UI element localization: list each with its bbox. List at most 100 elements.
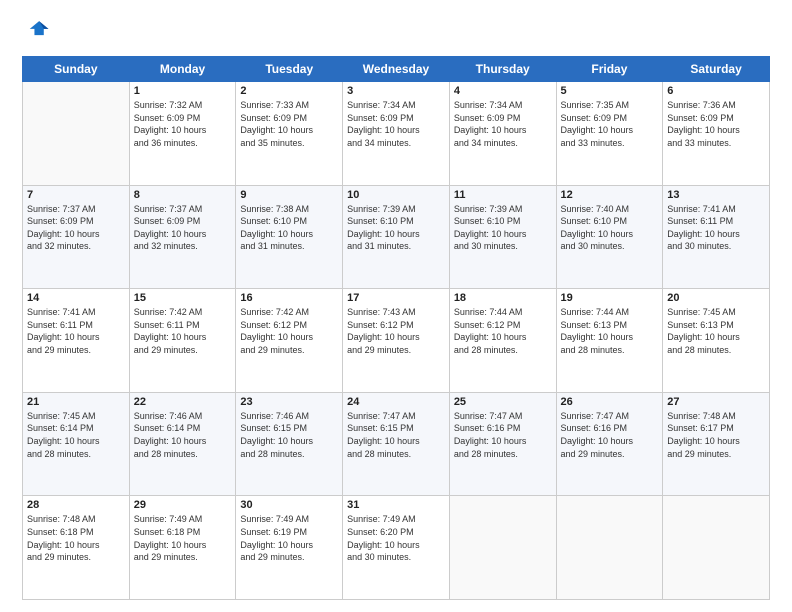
calendar-cell: 16 Sunrise: 7:42 AM Sunset: 6:12 PM Dayli… <box>236 289 343 393</box>
calendar-cell: 19 Sunrise: 7:44 AM Sunset: 6:13 PM Dayli… <box>556 289 663 393</box>
day-number: 2 <box>240 85 338 97</box>
day-number: 23 <box>240 396 338 408</box>
day-number: 5 <box>561 85 659 97</box>
logo <box>22 18 54 46</box>
calendar-week-row: 7 Sunrise: 7:37 AM Sunset: 6:09 PM Daylig… <box>23 185 770 289</box>
header <box>22 18 770 46</box>
calendar-cell: 7 Sunrise: 7:37 AM Sunset: 6:09 PM Daylig… <box>23 185 130 289</box>
calendar-cell: 12 Sunrise: 7:40 AM Sunset: 6:10 PM Dayli… <box>556 185 663 289</box>
day-number: 31 <box>347 499 445 511</box>
calendar-cell: 27 Sunrise: 7:48 AM Sunset: 6:17 PM Dayli… <box>663 392 770 496</box>
day-info: Sunrise: 7:48 AM Sunset: 6:17 PM Dayligh… <box>667 410 765 460</box>
calendar-cell: 20Sunrise: 7:45 AM Sunset: 6:13 PM Dayli… <box>663 289 770 393</box>
day-number: 28 <box>27 499 125 511</box>
calendar-table: SundayMondayTuesdayWednesdayThursdayFrid… <box>22 56 770 600</box>
calendar-cell: 24 Sunrise: 7:47 AM Sunset: 6:15 PM Dayli… <box>343 392 450 496</box>
day-info: Sunrise: 7:42 AM Sunset: 6:11 PM Dayligh… <box>134 306 232 356</box>
calendar-week-row: 21 Sunrise: 7:45 AM Sunset: 6:14 PM Dayli… <box>23 392 770 496</box>
day-info: Sunrise: 7:36 AM Sunset: 6:09 PM Dayligh… <box>667 99 765 149</box>
calendar-day-header: Monday <box>129 57 236 82</box>
day-number: 9 <box>240 189 338 201</box>
day-number: 7 <box>27 189 125 201</box>
calendar-cell: 31 Sunrise: 7:49 AM Sunset: 6:20 PM Dayli… <box>343 496 450 600</box>
calendar-cell: 28 Sunrise: 7:48 AM Sunset: 6:18 PM Dayli… <box>23 496 130 600</box>
calendar-cell: 2 Sunrise: 7:33 AM Sunset: 6:09 PM Daylig… <box>236 82 343 186</box>
calendar-cell: 11Sunrise: 7:39 AM Sunset: 6:10 PM Dayli… <box>449 185 556 289</box>
day-number: 10 <box>347 189 445 201</box>
day-number: 13 <box>667 189 765 201</box>
calendar-cell: 22 Sunrise: 7:46 AM Sunset: 6:14 PM Dayli… <box>129 392 236 496</box>
calendar-cell: 17 Sunrise: 7:43 AM Sunset: 6:12 PM Dayli… <box>343 289 450 393</box>
day-number: 19 <box>561 292 659 304</box>
calendar-cell: 1 Sunrise: 7:32 AM Sunset: 6:09 PM Daylig… <box>129 82 236 186</box>
calendar-cell <box>556 496 663 600</box>
day-info: Sunrise: 7:37 AM Sunset: 6:09 PM Dayligh… <box>134 203 232 253</box>
day-number: 17 <box>347 292 445 304</box>
day-info: Sunrise: 7:40 AM Sunset: 6:10 PM Dayligh… <box>561 203 659 253</box>
calendar-day-header: Thursday <box>449 57 556 82</box>
calendar-day-header: Saturday <box>663 57 770 82</box>
day-number: 14 <box>27 292 125 304</box>
calendar-cell <box>449 496 556 600</box>
calendar-day-header: Sunday <box>23 57 130 82</box>
day-info: Sunrise: 7:39 AM Sunset: 6:10 PM Dayligh… <box>347 203 445 253</box>
day-info: Sunrise: 7:37 AM Sunset: 6:09 PM Dayligh… <box>27 203 125 253</box>
day-info: Sunrise: 7:46 AM Sunset: 6:14 PM Dayligh… <box>134 410 232 460</box>
day-number: 27 <box>667 396 765 408</box>
calendar-cell: 4 Sunrise: 7:34 AM Sunset: 6:09 PM Daylig… <box>449 82 556 186</box>
calendar-cell <box>23 82 130 186</box>
day-info: Sunrise: 7:48 AM Sunset: 6:18 PM Dayligh… <box>27 513 125 563</box>
calendar-cell: 9Sunrise: 7:38 AM Sunset: 6:10 PM Daylig… <box>236 185 343 289</box>
day-info: Sunrise: 7:39 AM Sunset: 6:10 PM Dayligh… <box>454 203 552 253</box>
day-number: 24 <box>347 396 445 408</box>
day-number: 8 <box>134 189 232 201</box>
day-number: 3 <box>347 85 445 97</box>
day-info: Sunrise: 7:47 AM Sunset: 6:16 PM Dayligh… <box>454 410 552 460</box>
day-number: 6 <box>667 85 765 97</box>
day-number: 21 <box>27 396 125 408</box>
day-info: Sunrise: 7:41 AM Sunset: 6:11 PM Dayligh… <box>667 203 765 253</box>
calendar-cell: 13 Sunrise: 7:41 AM Sunset: 6:11 PM Dayli… <box>663 185 770 289</box>
calendar-cell: 18Sunrise: 7:44 AM Sunset: 6:12 PM Dayli… <box>449 289 556 393</box>
day-info: Sunrise: 7:47 AM Sunset: 6:15 PM Dayligh… <box>347 410 445 460</box>
day-info: Sunrise: 7:45 AM Sunset: 6:14 PM Dayligh… <box>27 410 125 460</box>
day-number: 15 <box>134 292 232 304</box>
logo-icon <box>22 18 50 46</box>
day-info: Sunrise: 7:44 AM Sunset: 6:13 PM Dayligh… <box>561 306 659 356</box>
day-info: Sunrise: 7:43 AM Sunset: 6:12 PM Dayligh… <box>347 306 445 356</box>
calendar-cell: 8 Sunrise: 7:37 AM Sunset: 6:09 PM Daylig… <box>129 185 236 289</box>
calendar-cell: 30 Sunrise: 7:49 AM Sunset: 6:19 PM Dayli… <box>236 496 343 600</box>
calendar-cell: 25 Sunrise: 7:47 AM Sunset: 6:16 PM Dayli… <box>449 392 556 496</box>
day-number: 30 <box>240 499 338 511</box>
day-number: 25 <box>454 396 552 408</box>
calendar-cell <box>663 496 770 600</box>
day-info: Sunrise: 7:32 AM Sunset: 6:09 PM Dayligh… <box>134 99 232 149</box>
day-number: 12 <box>561 189 659 201</box>
day-info: Sunrise: 7:34 AM Sunset: 6:09 PM Dayligh… <box>454 99 552 149</box>
day-number: 16 <box>240 292 338 304</box>
calendar-cell: 15 Sunrise: 7:42 AM Sunset: 6:11 PM Dayli… <box>129 289 236 393</box>
calendar-day-header: Tuesday <box>236 57 343 82</box>
calendar-week-row: 1 Sunrise: 7:32 AM Sunset: 6:09 PM Daylig… <box>23 82 770 186</box>
day-info: Sunrise: 7:49 AM Sunset: 6:18 PM Dayligh… <box>134 513 232 563</box>
day-number: 22 <box>134 396 232 408</box>
day-number: 18 <box>454 292 552 304</box>
calendar-day-header: Wednesday <box>343 57 450 82</box>
calendar-cell: 21 Sunrise: 7:45 AM Sunset: 6:14 PM Dayli… <box>23 392 130 496</box>
calendar-cell: 5Sunrise: 7:35 AM Sunset: 6:09 PM Daylig… <box>556 82 663 186</box>
calendar-cell: 10 Sunrise: 7:39 AM Sunset: 6:10 PM Dayli… <box>343 185 450 289</box>
day-number: 4 <box>454 85 552 97</box>
day-info: Sunrise: 7:47 AM Sunset: 6:16 PM Dayligh… <box>561 410 659 460</box>
day-info: Sunrise: 7:46 AM Sunset: 6:15 PM Dayligh… <box>240 410 338 460</box>
day-info: Sunrise: 7:49 AM Sunset: 6:19 PM Dayligh… <box>240 513 338 563</box>
day-info: Sunrise: 7:42 AM Sunset: 6:12 PM Dayligh… <box>240 306 338 356</box>
calendar-cell: 26 Sunrise: 7:47 AM Sunset: 6:16 PM Dayli… <box>556 392 663 496</box>
day-number: 20 <box>667 292 765 304</box>
day-number: 26 <box>561 396 659 408</box>
calendar-header-row: SundayMondayTuesdayWednesdayThursdayFrid… <box>23 57 770 82</box>
calendar-cell: 3Sunrise: 7:34 AM Sunset: 6:09 PM Daylig… <box>343 82 450 186</box>
day-info: Sunrise: 7:33 AM Sunset: 6:09 PM Dayligh… <box>240 99 338 149</box>
day-info: Sunrise: 7:49 AM Sunset: 6:20 PM Dayligh… <box>347 513 445 563</box>
calendar-week-row: 28 Sunrise: 7:48 AM Sunset: 6:18 PM Dayli… <box>23 496 770 600</box>
day-number: 1 <box>134 85 232 97</box>
